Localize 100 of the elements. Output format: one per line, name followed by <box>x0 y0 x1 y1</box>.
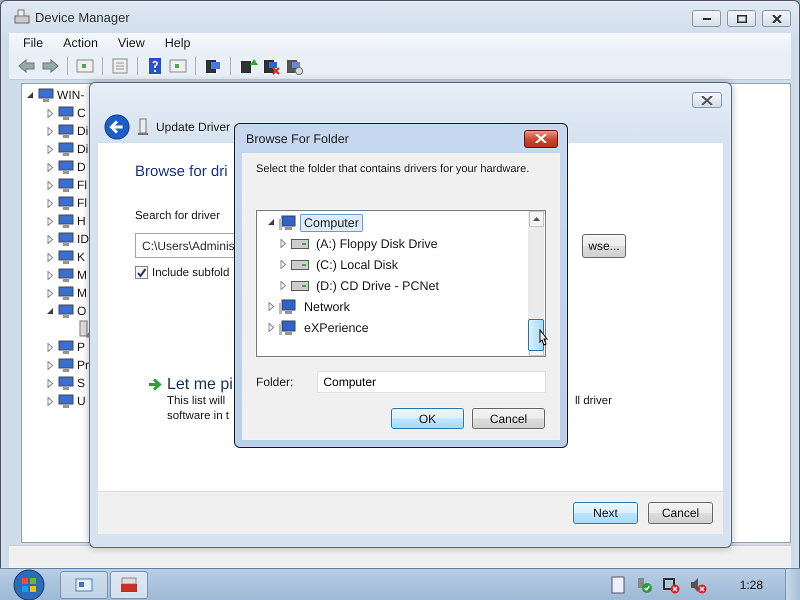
expand-icon[interactable] <box>46 252 55 262</box>
option-description: software in t <box>167 409 229 424</box>
document-icon[interactable] <box>610 576 626 594</box>
pane-icon[interactable] <box>75 57 95 75</box>
taskbar-button[interactable] <box>60 571 108 599</box>
collapse-icon[interactable] <box>26 90 35 100</box>
device-icon <box>57 141 75 157</box>
expand-icon[interactable] <box>46 396 55 406</box>
tree-item[interactable]: P <box>77 340 86 354</box>
tree-item[interactable]: S <box>77 376 86 390</box>
expand-icon[interactable] <box>46 162 55 172</box>
tree-item[interactable]: Fl <box>77 196 87 210</box>
device-icon <box>57 267 75 283</box>
tree-item[interactable]: H <box>77 214 86 228</box>
forward-arrow-icon[interactable] <box>40 57 60 75</box>
tree-item[interactable]: eXPerience <box>300 318 373 336</box>
minimize-button[interactable] <box>692 10 721 27</box>
next-button[interactable]: Next <box>573 502 638 524</box>
uninstall-icon[interactable] <box>261 57 281 75</box>
tree-item[interactable]: Fl <box>77 178 87 192</box>
tree-item[interactable]: Network <box>300 298 354 316</box>
expand-icon[interactable] <box>46 360 55 370</box>
properties-icon[interactable] <box>110 57 130 75</box>
option-description: ll driver <box>574 394 612 409</box>
ok-button[interactable]: OK <box>391 408 464 429</box>
tree-item[interactable]: K <box>77 250 86 264</box>
menu-item[interactable]: Action <box>63 36 110 50</box>
tree-item[interactable]: (A:) Floppy Disk Drive <box>312 234 442 252</box>
expand-icon[interactable] <box>46 216 55 226</box>
scan-hardware-icon[interactable] <box>203 57 223 75</box>
tree-item[interactable]: Di <box>77 124 88 138</box>
scroll-up-icon[interactable] <box>532 217 540 221</box>
tree-item[interactable]: (C:) Local Disk <box>312 256 402 274</box>
expand-icon[interactable] <box>267 302 276 311</box>
taskbar-button[interactable] <box>110 571 148 599</box>
tree-item[interactable]: ID <box>77 232 89 246</box>
expand-icon[interactable] <box>46 108 55 118</box>
tree-item[interactable]: Di <box>77 142 88 156</box>
close-button[interactable] <box>692 92 722 108</box>
expand-icon[interactable] <box>46 144 55 154</box>
tree-item[interactable]: M <box>77 268 87 282</box>
collapse-icon[interactable] <box>46 306 55 316</box>
tree-item[interactable]: U <box>77 394 86 408</box>
close-icon <box>772 14 782 22</box>
tree-item[interactable]: WIN- <box>57 88 84 102</box>
maximize-icon <box>736 14 746 22</box>
tree-item[interactable]: C <box>77 106 86 120</box>
cancel-button[interactable]: Cancel <box>648 502 713 524</box>
tree-item[interactable]: Pr <box>77 358 89 372</box>
cancel-button[interactable]: Cancel <box>472 408 545 429</box>
checkbox[interactable] <box>135 266 148 279</box>
speaker-muted-icon[interactable] <box>688 576 707 594</box>
expand-icon[interactable] <box>267 323 276 332</box>
close-button[interactable] <box>762 10 791 27</box>
menu-item[interactable]: View <box>118 36 157 50</box>
show-desktop-button[interactable] <box>785 569 800 600</box>
browse-button[interactable]: wse... <box>582 234 626 258</box>
toolbox-icon <box>119 576 139 594</box>
maximize-button[interactable] <box>727 10 756 27</box>
menu-item[interactable]: Help <box>164 36 202 50</box>
arrow-icon <box>148 378 162 391</box>
back-button[interactable] <box>104 114 130 140</box>
update-driver-icon[interactable] <box>238 57 258 75</box>
checkbox-label[interactable]: Include subfold <box>152 266 230 278</box>
computer-icon <box>279 298 297 314</box>
close-button[interactable] <box>524 130 558 148</box>
field-label: Search for driver <box>135 210 220 224</box>
expand-icon[interactable] <box>279 260 288 269</box>
expand-icon[interactable] <box>46 288 55 298</box>
minimize-icon <box>702 18 710 20</box>
option-link[interactable]: Let me pi <box>167 375 233 394</box>
window-title: Update Driver <box>156 120 230 134</box>
menu-item[interactable]: File <box>23 36 56 50</box>
expand-icon[interactable] <box>46 234 55 244</box>
expand-icon[interactable] <box>46 198 55 208</box>
expand-icon[interactable] <box>279 281 288 290</box>
expand-icon[interactable] <box>46 342 55 352</box>
back-arrow-icon[interactable] <box>17 57 37 75</box>
drive-icon <box>291 280 309 290</box>
folder-field[interactable]: Computer <box>317 371 546 393</box>
scrollbar[interactable] <box>528 211 544 356</box>
expand-icon[interactable] <box>46 270 55 280</box>
expand-icon[interactable] <box>46 126 55 136</box>
clock[interactable]: 1:28 <box>740 578 763 592</box>
pane-icon[interactable] <box>168 57 188 75</box>
expand-icon[interactable] <box>46 378 55 388</box>
tree-item[interactable]: O <box>77 304 86 318</box>
device-icon <box>57 105 75 121</box>
tree-item[interactable]: (D:) CD Drive - PCNet <box>312 276 443 294</box>
tree-item[interactable]: M <box>77 286 87 300</box>
disable-icon[interactable] <box>284 57 304 75</box>
tree-item[interactable]: D <box>77 160 86 174</box>
expand-icon[interactable] <box>279 239 288 248</box>
collapse-icon[interactable] <box>267 218 276 227</box>
network-error-icon[interactable] <box>662 576 680 594</box>
device-icon <box>57 231 75 247</box>
expand-icon[interactable] <box>46 180 55 190</box>
tree-item[interactable]: Computer <box>300 214 363 232</box>
device-icon <box>57 393 75 409</box>
scroll-thumb[interactable] <box>528 319 544 351</box>
